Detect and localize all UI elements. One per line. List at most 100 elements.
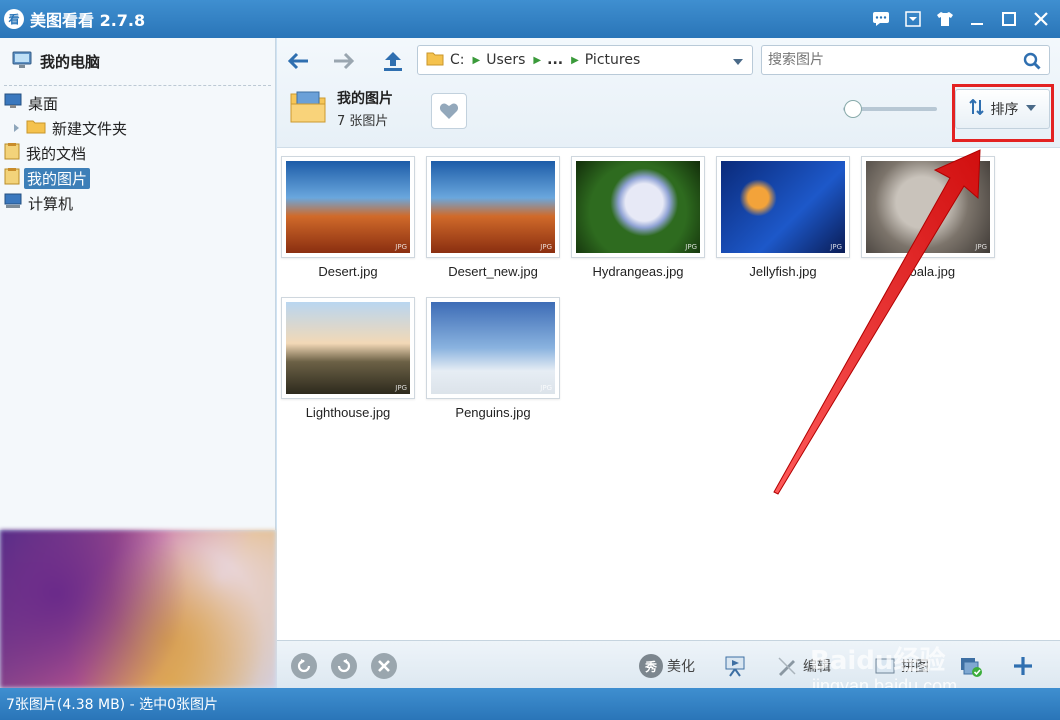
thumbnail-frame[interactable]: JPG bbox=[716, 156, 850, 258]
thumbnail-image: JPG bbox=[286, 161, 410, 253]
thumbnail-image: JPG bbox=[576, 161, 700, 253]
favorite-button[interactable] bbox=[431, 93, 467, 129]
thumbnail-caption: Lighthouse.jpg bbox=[305, 405, 391, 420]
thumbnail-item[interactable]: JPG Desert.jpg bbox=[281, 156, 415, 279]
rotate-left-icon bbox=[297, 659, 311, 673]
thumbnail-item[interactable]: JPG Penguins.jpg bbox=[426, 297, 560, 420]
zoom-slider[interactable] bbox=[843, 100, 937, 118]
sidebar-header[interactable]: 我的电脑 bbox=[4, 38, 271, 86]
jpg-badge: JPG bbox=[830, 243, 842, 251]
sidebar: 我的电脑 桌面 新建文件夹 我的文档 我的图片 计算机 bbox=[0, 38, 276, 530]
search-icon[interactable] bbox=[1023, 52, 1041, 74]
status-text: 7张图片(4.38 MB) - 选中0张图片 bbox=[6, 697, 218, 713]
sidebar-header-label: 我的电脑 bbox=[40, 53, 101, 71]
computer-icon bbox=[4, 193, 22, 213]
documents-icon bbox=[4, 142, 20, 164]
maximize-icon[interactable] bbox=[998, 8, 1020, 30]
heart-icon bbox=[439, 103, 459, 119]
sidebar-item-label: 我的文档 bbox=[26, 144, 87, 163]
rotate-right-icon bbox=[337, 659, 351, 673]
up-folder-button[interactable] bbox=[378, 46, 408, 76]
pictures-icon bbox=[4, 167, 20, 189]
sidebar-item-pictures[interactable]: 我的图片 bbox=[4, 167, 91, 189]
sidebar-item-label: 计算机 bbox=[28, 194, 74, 213]
sidebar-item-desktop[interactable]: 桌面 bbox=[4, 92, 60, 114]
jpg-badge: JPG bbox=[395, 384, 407, 392]
sidebar-item-computer[interactable]: 计算机 bbox=[4, 192, 75, 214]
address-bar[interactable]: C: ▶ Users ▶ ... ▶ Pictures bbox=[417, 45, 753, 75]
path-separator-icon: ▶ bbox=[533, 54, 542, 66]
path-separator-icon: ▶ bbox=[571, 54, 579, 66]
folder-icon bbox=[26, 118, 46, 138]
main-panel: C: ▶ Users ▶ ... ▶ Pictures 我的图片 7 张图片 bbox=[277, 38, 1060, 688]
thumbnail-item[interactable]: JPG Desert_new.jpg bbox=[426, 156, 560, 279]
toolbar: C: ▶ Users ▶ ... ▶ Pictures 我的图片 7 张图片 bbox=[277, 38, 1060, 148]
thumbnail-image: JPG bbox=[866, 161, 990, 253]
thumbnail-frame[interactable]: JPG bbox=[426, 156, 560, 258]
beautify-button[interactable]: 秀 美化 bbox=[639, 653, 695, 679]
close-icon[interactable] bbox=[1030, 8, 1052, 30]
batch-button[interactable] bbox=[959, 653, 987, 679]
slideshow-icon bbox=[723, 654, 747, 678]
thumbnail-frame[interactable]: JPG bbox=[426, 297, 560, 399]
thumbnail-item[interactable]: JPG Lighthouse.jpg bbox=[281, 297, 415, 420]
chevron-down-icon[interactable] bbox=[732, 55, 744, 71]
preview-image bbox=[0, 530, 276, 688]
thumbnail-caption: Desert_new.jpg bbox=[448, 264, 538, 279]
minimize-icon[interactable] bbox=[966, 8, 988, 30]
watermark-brand: Baidu经验 bbox=[810, 646, 946, 676]
thumbnail-image: JPG bbox=[431, 302, 555, 394]
thumbnail-frame[interactable]: JPG bbox=[281, 156, 415, 258]
desktop-icon bbox=[4, 93, 22, 113]
plus-icon bbox=[1011, 654, 1035, 678]
jpg-badge: JPG bbox=[540, 243, 552, 251]
close-icon bbox=[378, 660, 390, 672]
back-button[interactable] bbox=[283, 46, 313, 76]
path-segment[interactable]: Users bbox=[486, 52, 525, 68]
thumbnail-item[interactable]: JPG Jellyfish.jpg bbox=[716, 156, 850, 279]
path-segment[interactable]: Pictures bbox=[585, 52, 640, 68]
app-logo-icon: 看 bbox=[4, 9, 24, 29]
thumbnail-frame[interactable]: JPG bbox=[281, 297, 415, 399]
slideshow-button[interactable] bbox=[723, 653, 751, 679]
sidebar-item-label: 新建文件夹 bbox=[52, 119, 128, 138]
thumbnail-item[interactable]: JPG Koala.jpg bbox=[861, 156, 995, 279]
zoom-slider-handle[interactable] bbox=[844, 100, 862, 118]
jpg-badge: JPG bbox=[540, 384, 552, 392]
sidebar-item-label: 桌面 bbox=[28, 94, 59, 113]
beautify-label: 美化 bbox=[667, 659, 695, 675]
path-segment[interactable]: C: bbox=[450, 52, 465, 68]
jpg-badge: JPG bbox=[685, 243, 697, 251]
sidebar-item-new-folder[interactable]: 新建文件夹 bbox=[12, 117, 129, 139]
folder-icon bbox=[426, 50, 444, 70]
folder-large-icon bbox=[289, 90, 327, 128]
add-button[interactable] bbox=[1011, 653, 1039, 679]
current-folder-info: 我的图片 7 张图片 bbox=[289, 88, 393, 129]
thumbnail-caption: Desert.jpg bbox=[318, 264, 378, 279]
path-separator-icon: ▶ bbox=[472, 54, 481, 66]
folder-image-count: 7 张图片 bbox=[337, 114, 389, 129]
rotate-right-button[interactable] bbox=[331, 653, 357, 679]
search-box bbox=[761, 45, 1050, 75]
forward-button[interactable] bbox=[329, 46, 359, 76]
expand-arrow-icon[interactable] bbox=[12, 119, 22, 137]
thumbnail-image: JPG bbox=[431, 161, 555, 253]
menu-icon[interactable] bbox=[902, 8, 924, 30]
feedback-icon[interactable] bbox=[870, 8, 892, 30]
computer-icon bbox=[12, 51, 32, 73]
sort-highlight-box bbox=[952, 84, 1054, 142]
window-title: 美图看看 2.7.8 bbox=[30, 11, 146, 30]
delete-button[interactable] bbox=[371, 653, 397, 679]
rotate-left-button[interactable] bbox=[291, 653, 317, 679]
thumbnail-caption: Jellyfish.jpg bbox=[749, 264, 817, 279]
skin-icon[interactable] bbox=[934, 8, 956, 30]
folder-name: 我的图片 bbox=[337, 91, 393, 107]
thumbnail-frame[interactable]: JPG bbox=[571, 156, 705, 258]
thumbnail-item[interactable]: JPG Hydrangeas.jpg bbox=[571, 156, 705, 279]
thumbnail-frame[interactable]: JPG bbox=[861, 156, 995, 258]
thumbnail-image: JPG bbox=[721, 161, 845, 253]
sidebar-item-documents[interactable]: 我的文档 bbox=[4, 142, 88, 164]
thumbnail-caption: Koala.jpg bbox=[900, 264, 956, 279]
path-segment[interactable]: ... bbox=[547, 52, 563, 68]
search-input[interactable] bbox=[768, 52, 1008, 68]
